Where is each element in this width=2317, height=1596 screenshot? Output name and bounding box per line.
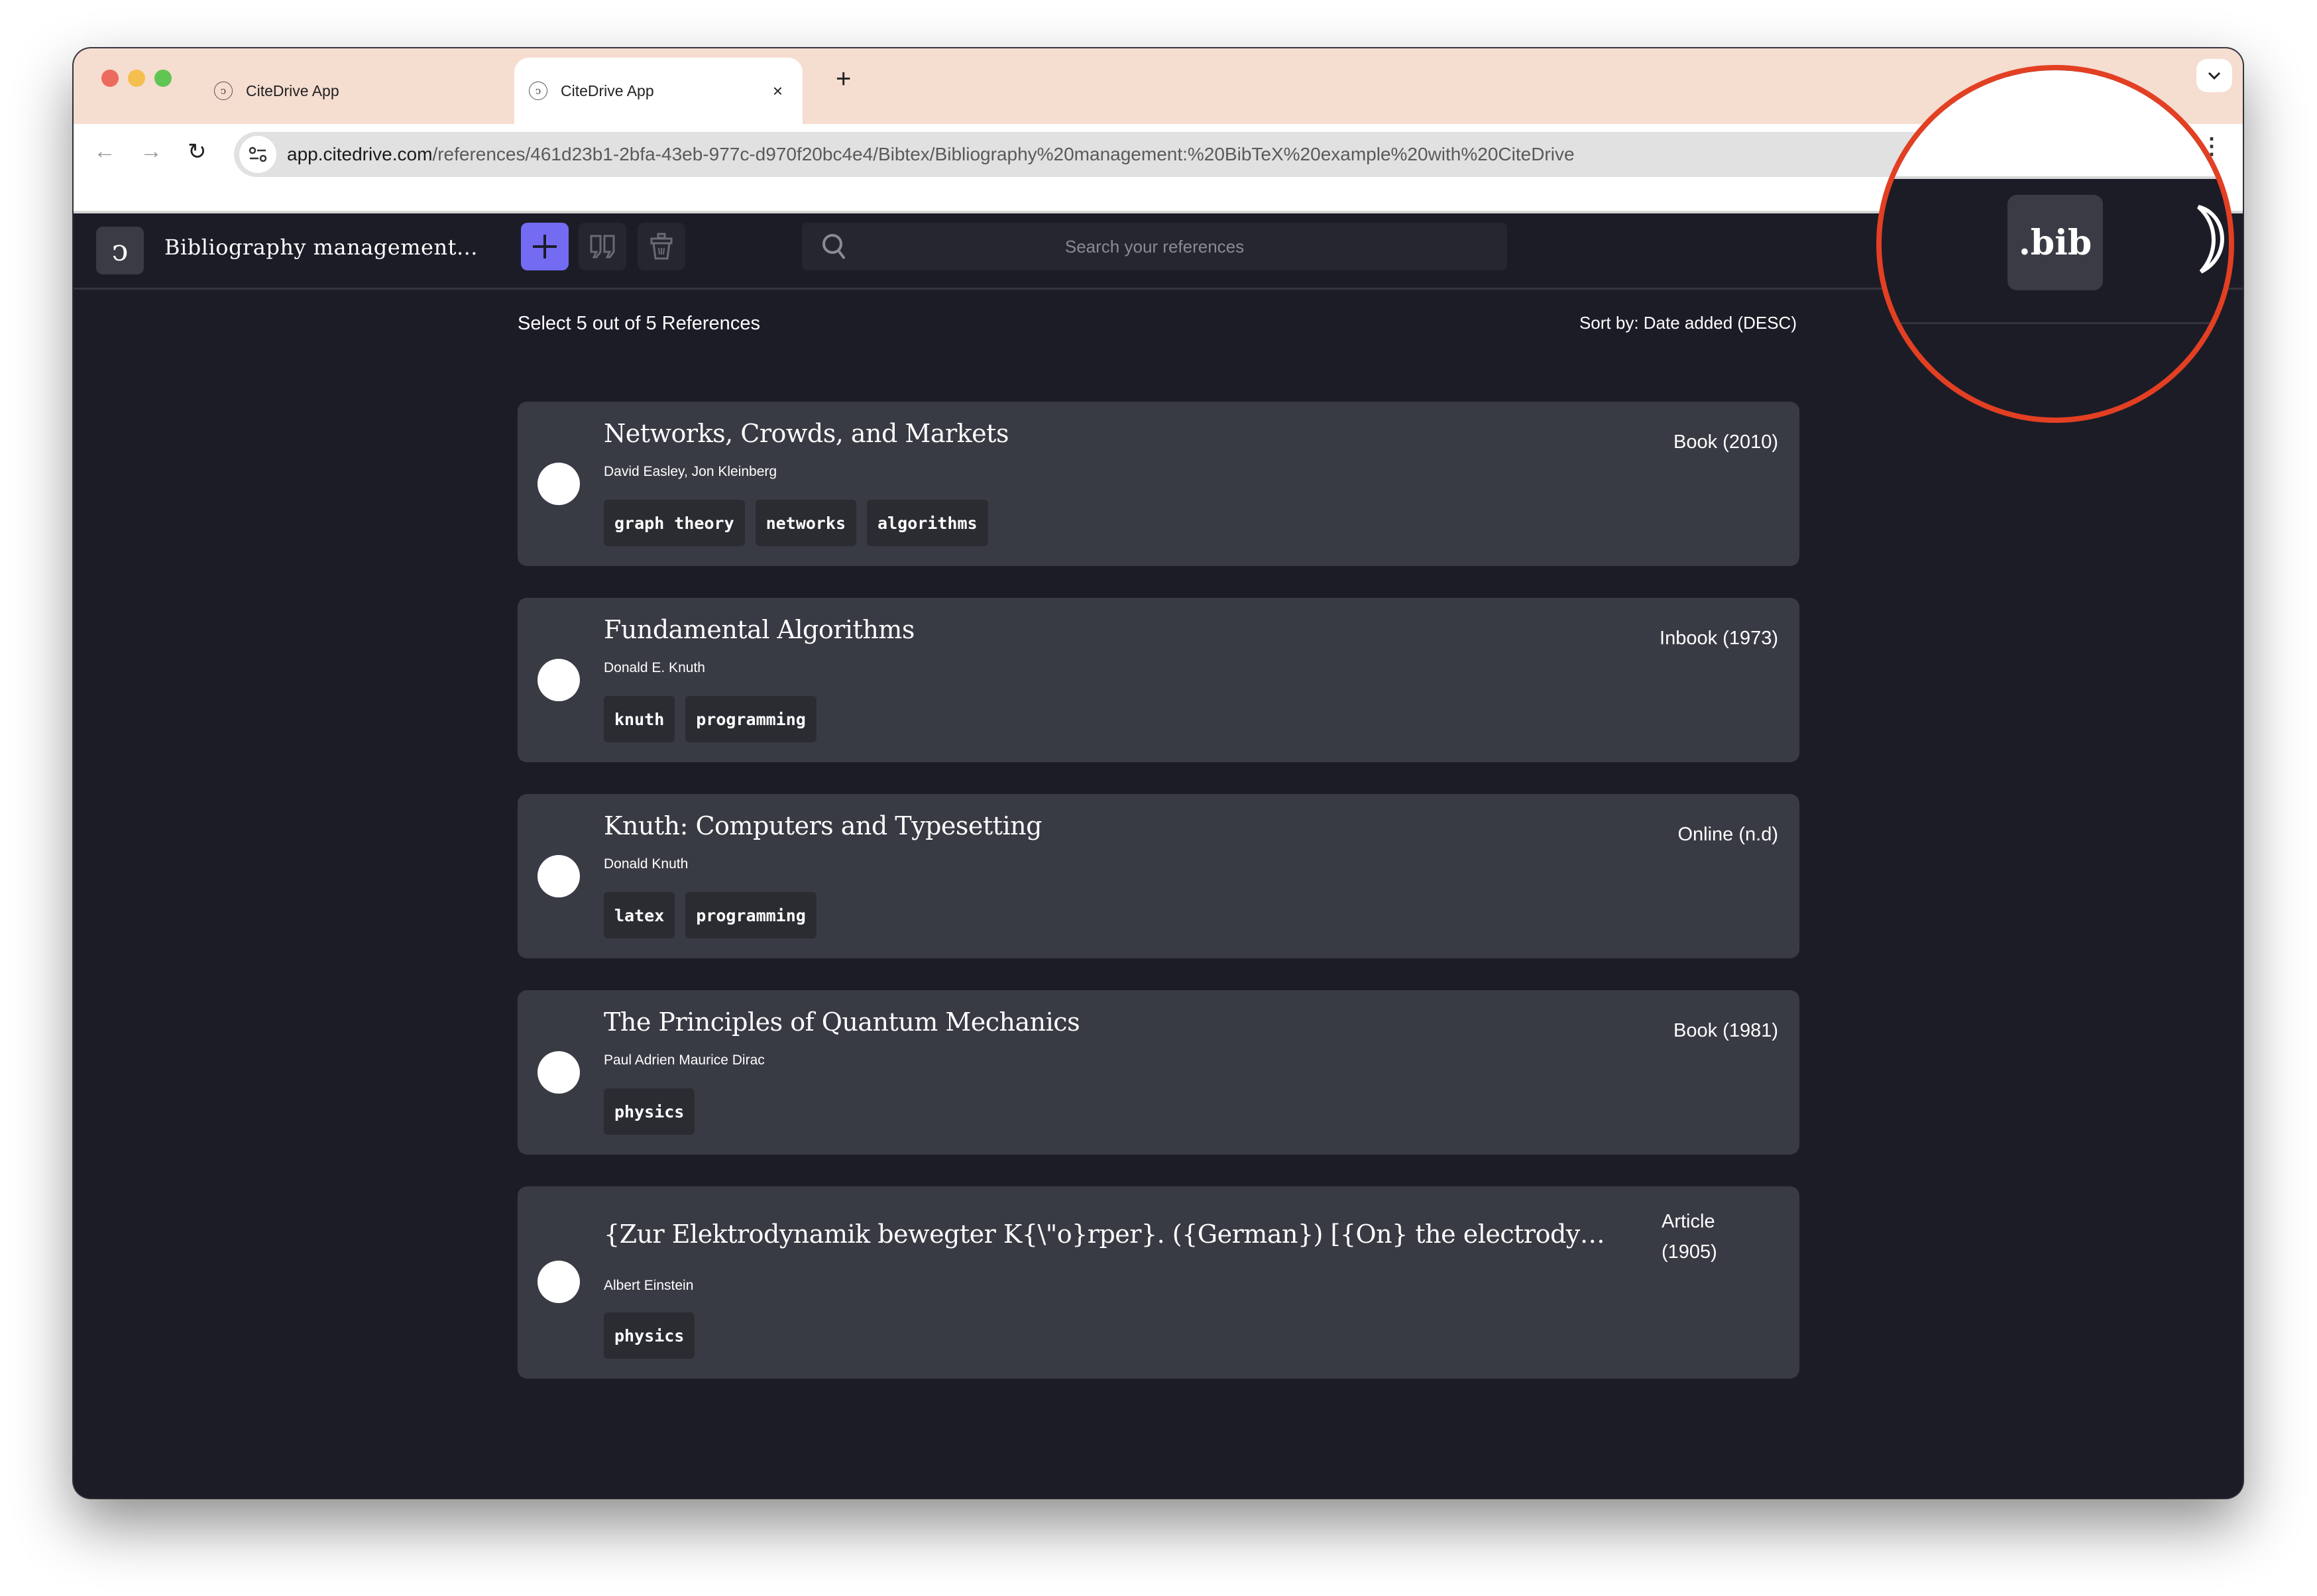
reference-authors: Donald E. Knuth	[604, 660, 705, 675]
reload-button[interactable]: ↻	[188, 139, 207, 165]
tag[interactable]: latex	[604, 892, 675, 939]
plus-icon	[533, 235, 557, 258]
tag-list: physics	[604, 1088, 695, 1135]
reference-authors: Donald Knuth	[604, 856, 689, 872]
highlight-magnifier: .bib	[1876, 65, 2234, 423]
quote-icon	[590, 235, 615, 258]
search-icon	[822, 234, 846, 260]
citedrive-logo-icon[interactable]: ↄ	[96, 227, 144, 274]
reference-title[interactable]: Knuth: Computers and Typesetting	[604, 811, 1042, 840]
project-title[interactable]: Bibliography management...	[164, 235, 478, 260]
tag-list: knuth programming	[604, 696, 817, 742]
reference-title[interactable]: {Zur Elektrodynamik bewegter K{\"o}rper}…	[604, 1220, 1618, 1249]
trash-icon	[650, 233, 673, 260]
back-button[interactable]: ←	[93, 139, 116, 164]
maximize-window-button[interactable]	[154, 70, 172, 87]
tag[interactable]: programming	[685, 892, 817, 939]
tag[interactable]: physics	[604, 1312, 695, 1359]
add-reference-button[interactable]	[521, 223, 569, 270]
reference-card[interactable]: {Zur Elektrodynamik bewegter K{\"o}rper}…	[518, 1186, 1799, 1379]
reference-title[interactable]: Networks, Crowds, and Markets	[604, 419, 1009, 448]
address-bar[interactable]: app.citedrive.com/references/461d23b1-2b…	[234, 132, 2103, 177]
magnified-moon-icon	[2193, 203, 2229, 279]
selection-summary[interactable]: Select 5 out of 5 References	[518, 313, 760, 335]
tab-title: CiteDrive App	[246, 82, 339, 99]
site-settings-icon[interactable]	[239, 136, 276, 173]
tag[interactable]: graph theory	[604, 500, 745, 546]
tag[interactable]: algorithms	[867, 500, 988, 546]
reference-type: Inbook (1973)	[1660, 628, 1778, 649]
select-radio[interactable]	[537, 1261, 580, 1303]
magnified-toolbar	[1882, 70, 2229, 179]
citedrive-favicon-icon: ↄ	[214, 82, 233, 100]
reference-card[interactable]: Fundamental Algorithms Donald E. Knuth I…	[518, 598, 1799, 762]
new-tab-button[interactable]: +	[836, 64, 851, 94]
reference-authors: Paul Adrien Maurice Dirac	[604, 1053, 765, 1068]
tag[interactable]: knuth	[604, 696, 675, 742]
reference-type: Online (n.d)	[1677, 824, 1778, 845]
reference-card[interactable]: Knuth: Computers and Typesetting Donald …	[518, 794, 1799, 958]
tag-list: graph theory networks algorithms	[604, 500, 988, 546]
tab-close-icon[interactable]: ×	[773, 81, 783, 101]
citedrive-app: ↄ Bibliography management... Search your…	[74, 211, 2243, 1498]
reference-authors: David Easley, Jon Kleinberg	[604, 464, 777, 479]
search-input[interactable]: Search your references	[802, 223, 1507, 270]
tag[interactable]: physics	[604, 1088, 695, 1135]
reference-card[interactable]: The Principles of Quantum Mechanics Paul…	[518, 990, 1799, 1155]
magnified-bib-button: .bib	[2007, 195, 2103, 290]
reference-card[interactable]: Networks, Crowds, and Markets David Easl…	[518, 402, 1799, 566]
minimize-window-button[interactable]	[128, 70, 145, 87]
close-window-button[interactable]	[101, 70, 119, 87]
tag-list: physics	[604, 1312, 695, 1359]
url-path: /references/461d23b1-2bfa-43eb-977c-d970…	[432, 144, 1575, 164]
tag-list: latex programming	[604, 892, 817, 939]
reference-type: Article (1905)	[1662, 1211, 1717, 1263]
delete-button[interactable]	[638, 223, 685, 270]
select-radio[interactable]	[537, 1051, 580, 1094]
search-placeholder: Search your references	[1064, 236, 1245, 256]
reference-type: Book (1981)	[1673, 1020, 1778, 1041]
select-radio[interactable]	[537, 659, 580, 701]
sort-dropdown[interactable]: Sort by: Date added (DESC)	[1579, 313, 1797, 335]
url-host: app.citedrive.com	[287, 144, 433, 164]
cite-button[interactable]	[579, 223, 626, 270]
select-radio[interactable]	[537, 463, 580, 505]
list-toolbar: Select 5 out of 5 References Sort by: Da…	[518, 313, 1797, 335]
tag[interactable]: programming	[685, 696, 817, 742]
select-radio[interactable]	[537, 855, 580, 897]
reference-title[interactable]: The Principles of Quantum Mechanics	[604, 1007, 1080, 1037]
tag[interactable]: networks	[755, 500, 857, 546]
reference-authors: Albert Einstein	[604, 1278, 694, 1293]
reference-title[interactable]: Fundamental Algorithms	[604, 615, 915, 644]
forward-button[interactable]: →	[140, 139, 162, 164]
magnified-divider	[1882, 322, 2229, 324]
tab-2-active[interactable]: ↄ CiteDrive App ×	[514, 58, 803, 124]
reference-type: Book (2010)	[1673, 431, 1778, 453]
citedrive-favicon-icon: ↄ	[529, 82, 547, 100]
tab-title: CiteDrive App	[561, 82, 654, 99]
url-text: app.citedrive.com/references/461d23b1-2b…	[287, 144, 1575, 165]
